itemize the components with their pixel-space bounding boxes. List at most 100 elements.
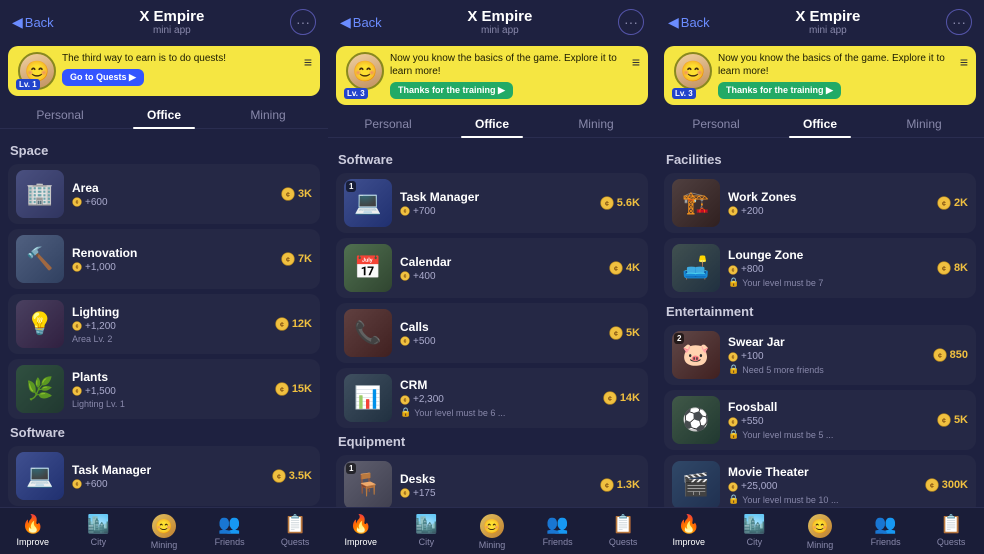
content-area: Space🏢Area¢ +600¢ 3K🔨Renovation¢ +1,000¢… [0,129,328,507]
item-name: Task Manager [400,190,592,204]
cost-value: 8K [954,262,968,274]
tab-mining[interactable]: Mining [872,111,976,137]
gain-value: +550 [741,416,764,427]
notification-bar: 😊 The third way to earn is to do quests!… [8,46,320,96]
item-info: Work Zones¢ +200 [728,190,929,217]
list-item[interactable]: 🔨Renovation¢ +1,000¢ 7K [8,229,320,289]
tab-office[interactable]: Office [440,111,544,137]
item-info: Swear Jar¢ +100🔒 Need 5 more friends [728,335,925,375]
nav-label: Improve [17,537,50,547]
app-header: ◀ Back X Empire mini app ··· [328,0,656,40]
list-item[interactable]: 📞Calls¢ +500¢ 5K [336,303,648,363]
notif-content: Now you know the basics of the game. Exp… [718,52,966,99]
svg-text:¢: ¢ [76,389,79,395]
notif-content: Now you know the basics of the game. Exp… [390,52,638,99]
hamburger-icon[interactable]: ≡ [960,54,968,70]
hamburger-icon[interactable]: ≡ [304,54,312,70]
menu-button[interactable]: ··· [618,9,644,35]
crm-image: 📊 [344,374,392,422]
nav-label: City [91,537,107,547]
item-info: Desks¢ +175 [400,472,592,499]
list-item[interactable]: 🏢Area¢ +600¢ 3K [8,164,320,224]
menu-button[interactable]: ··· [290,9,316,35]
hamburger-icon[interactable]: ≡ [632,54,640,70]
list-item[interactable]: 🌿Plants¢ +1,500Lighting Lv. 1¢ 15K [8,359,320,419]
app-subtitle: mini app [139,25,204,36]
notif-action-button[interactable]: Thanks for the training ▶ [718,82,841,99]
taskmanager-image: 💻 [16,452,64,500]
nav-item-mining[interactable]: 😊 Mining [459,512,525,552]
item-gain: ¢ +25,000 [728,481,917,492]
nav-item-quests[interactable]: 📋 Quests [918,512,984,552]
nav-item-friends[interactable]: 👥 Friends [197,512,263,552]
menu-button[interactable]: ··· [946,9,972,35]
nav-item-friends[interactable]: 👥 Friends [853,512,919,552]
nav-item-city[interactable]: 🏙️ City [394,512,460,552]
list-item[interactable]: 🛋️Lounge Zone¢ +800🔒 Your level must be … [664,238,976,298]
item-info: Task Manager¢ +700 [400,190,592,217]
nav-item-improve[interactable]: 🔥 Improve [656,512,722,552]
nav-item-friends[interactable]: 👥 Friends [525,512,591,552]
back-button[interactable]: ◀ Back [12,14,54,31]
nav-label: Mining [479,540,506,550]
svg-text:¢: ¢ [76,324,79,330]
nav-item-quests[interactable]: 📋 Quests [590,512,656,552]
nav-item-city[interactable]: 🏙️ City [66,512,132,552]
tab-mining[interactable]: Mining [544,111,648,137]
list-item[interactable]: ⚽Foosball¢ +550🔒 Your level must be 5 ..… [664,390,976,450]
item-cost: ¢ 5K [937,413,968,427]
list-item[interactable]: 🏗️Work Zones¢ +200¢ 2K [664,173,976,233]
item-name: Plants [72,370,267,384]
item-cost: ¢ 15K [275,382,312,396]
item-gain: ¢ +1,500 [72,386,267,397]
notif-action-button[interactable]: Thanks for the training ▶ [390,82,513,99]
list-item[interactable]: 🐷2Swear Jar¢ +100🔒 Need 5 more friends¢ … [664,325,976,385]
back-button[interactable]: ◀ Back [668,14,710,31]
item-name: Calendar [400,255,601,269]
gain-value: +100 [741,351,764,362]
list-item[interactable]: 📊CRM¢ +2,300🔒 Your level must be 6 ...¢ … [336,368,648,428]
list-item[interactable]: 💻Task Manager¢ +600¢ 3.5K [8,446,320,506]
tab-office[interactable]: Office [768,111,872,137]
lock-icon: 🔒 [400,407,411,418]
item-name: Task Manager [72,463,264,477]
nav-label: Improve [673,537,706,547]
item-name: Foosball [728,400,929,414]
loungezone-image: 🛋️ [672,244,720,292]
tab-personal[interactable]: Personal [664,111,768,137]
tab-office[interactable]: Office [112,102,216,128]
cost-value: 2K [954,197,968,209]
nav-item-improve[interactable]: 🔥 Improve [0,512,66,552]
list-item[interactable]: 📅Calendar¢ +400¢ 4K [336,238,648,298]
section-title: Software [10,425,320,440]
nav-item-improve[interactable]: 🔥 Improve [328,512,394,552]
list-item[interactable]: 💡Lighting¢ +1,200Area Lv. 2¢ 12K [8,294,320,354]
list-item[interactable]: 💻1Task Manager¢ +700¢ 5.6K [336,173,648,233]
notif-action-button[interactable]: Go to Quests ▶ [62,69,144,86]
gain-value: +600 [85,197,108,208]
item-gain: ¢ +800 [728,264,929,275]
gain-value: +600 [85,479,108,490]
tab-personal[interactable]: Personal [8,102,112,128]
nav-label: Improve [345,537,378,547]
cost-value: 15K [292,383,312,395]
nav-item-quests[interactable]: 📋 Quests [262,512,328,552]
tab-personal[interactable]: Personal [336,111,440,137]
list-item[interactable]: 🎬Movie Theater¢ +25,000🔒 Your level must… [664,455,976,507]
item-sublabel: Area Lv. 2 [72,334,267,344]
back-label: Back [25,15,54,30]
bottom-nav: 🔥 Improve 🏙️ City 😊 Mining 👥 Friends 📋 Q… [328,507,656,554]
list-item[interactable]: 🪑1Desks¢ +175¢ 1.3K [336,455,648,507]
item-cost: ¢ 8K [937,261,968,275]
nav-item-mining[interactable]: 😊 Mining [131,512,197,552]
item-cost: ¢ 3K [281,187,312,201]
item-cost: ¢ 300K [925,478,968,492]
cost-value: 5K [954,414,968,426]
tab-mining[interactable]: Mining [216,102,320,128]
nav-item-city[interactable]: 🏙️ City [722,512,788,552]
lock-message: 🔒 Your level must be 10 ... [728,494,917,505]
nav-label: Quests [281,537,310,547]
back-button[interactable]: ◀ Back [340,14,382,31]
nav-item-mining[interactable]: 😊 Mining [787,512,853,552]
phone-panel-3: ◀ Back X Empire mini app ··· 😊 Now you k… [656,0,984,554]
